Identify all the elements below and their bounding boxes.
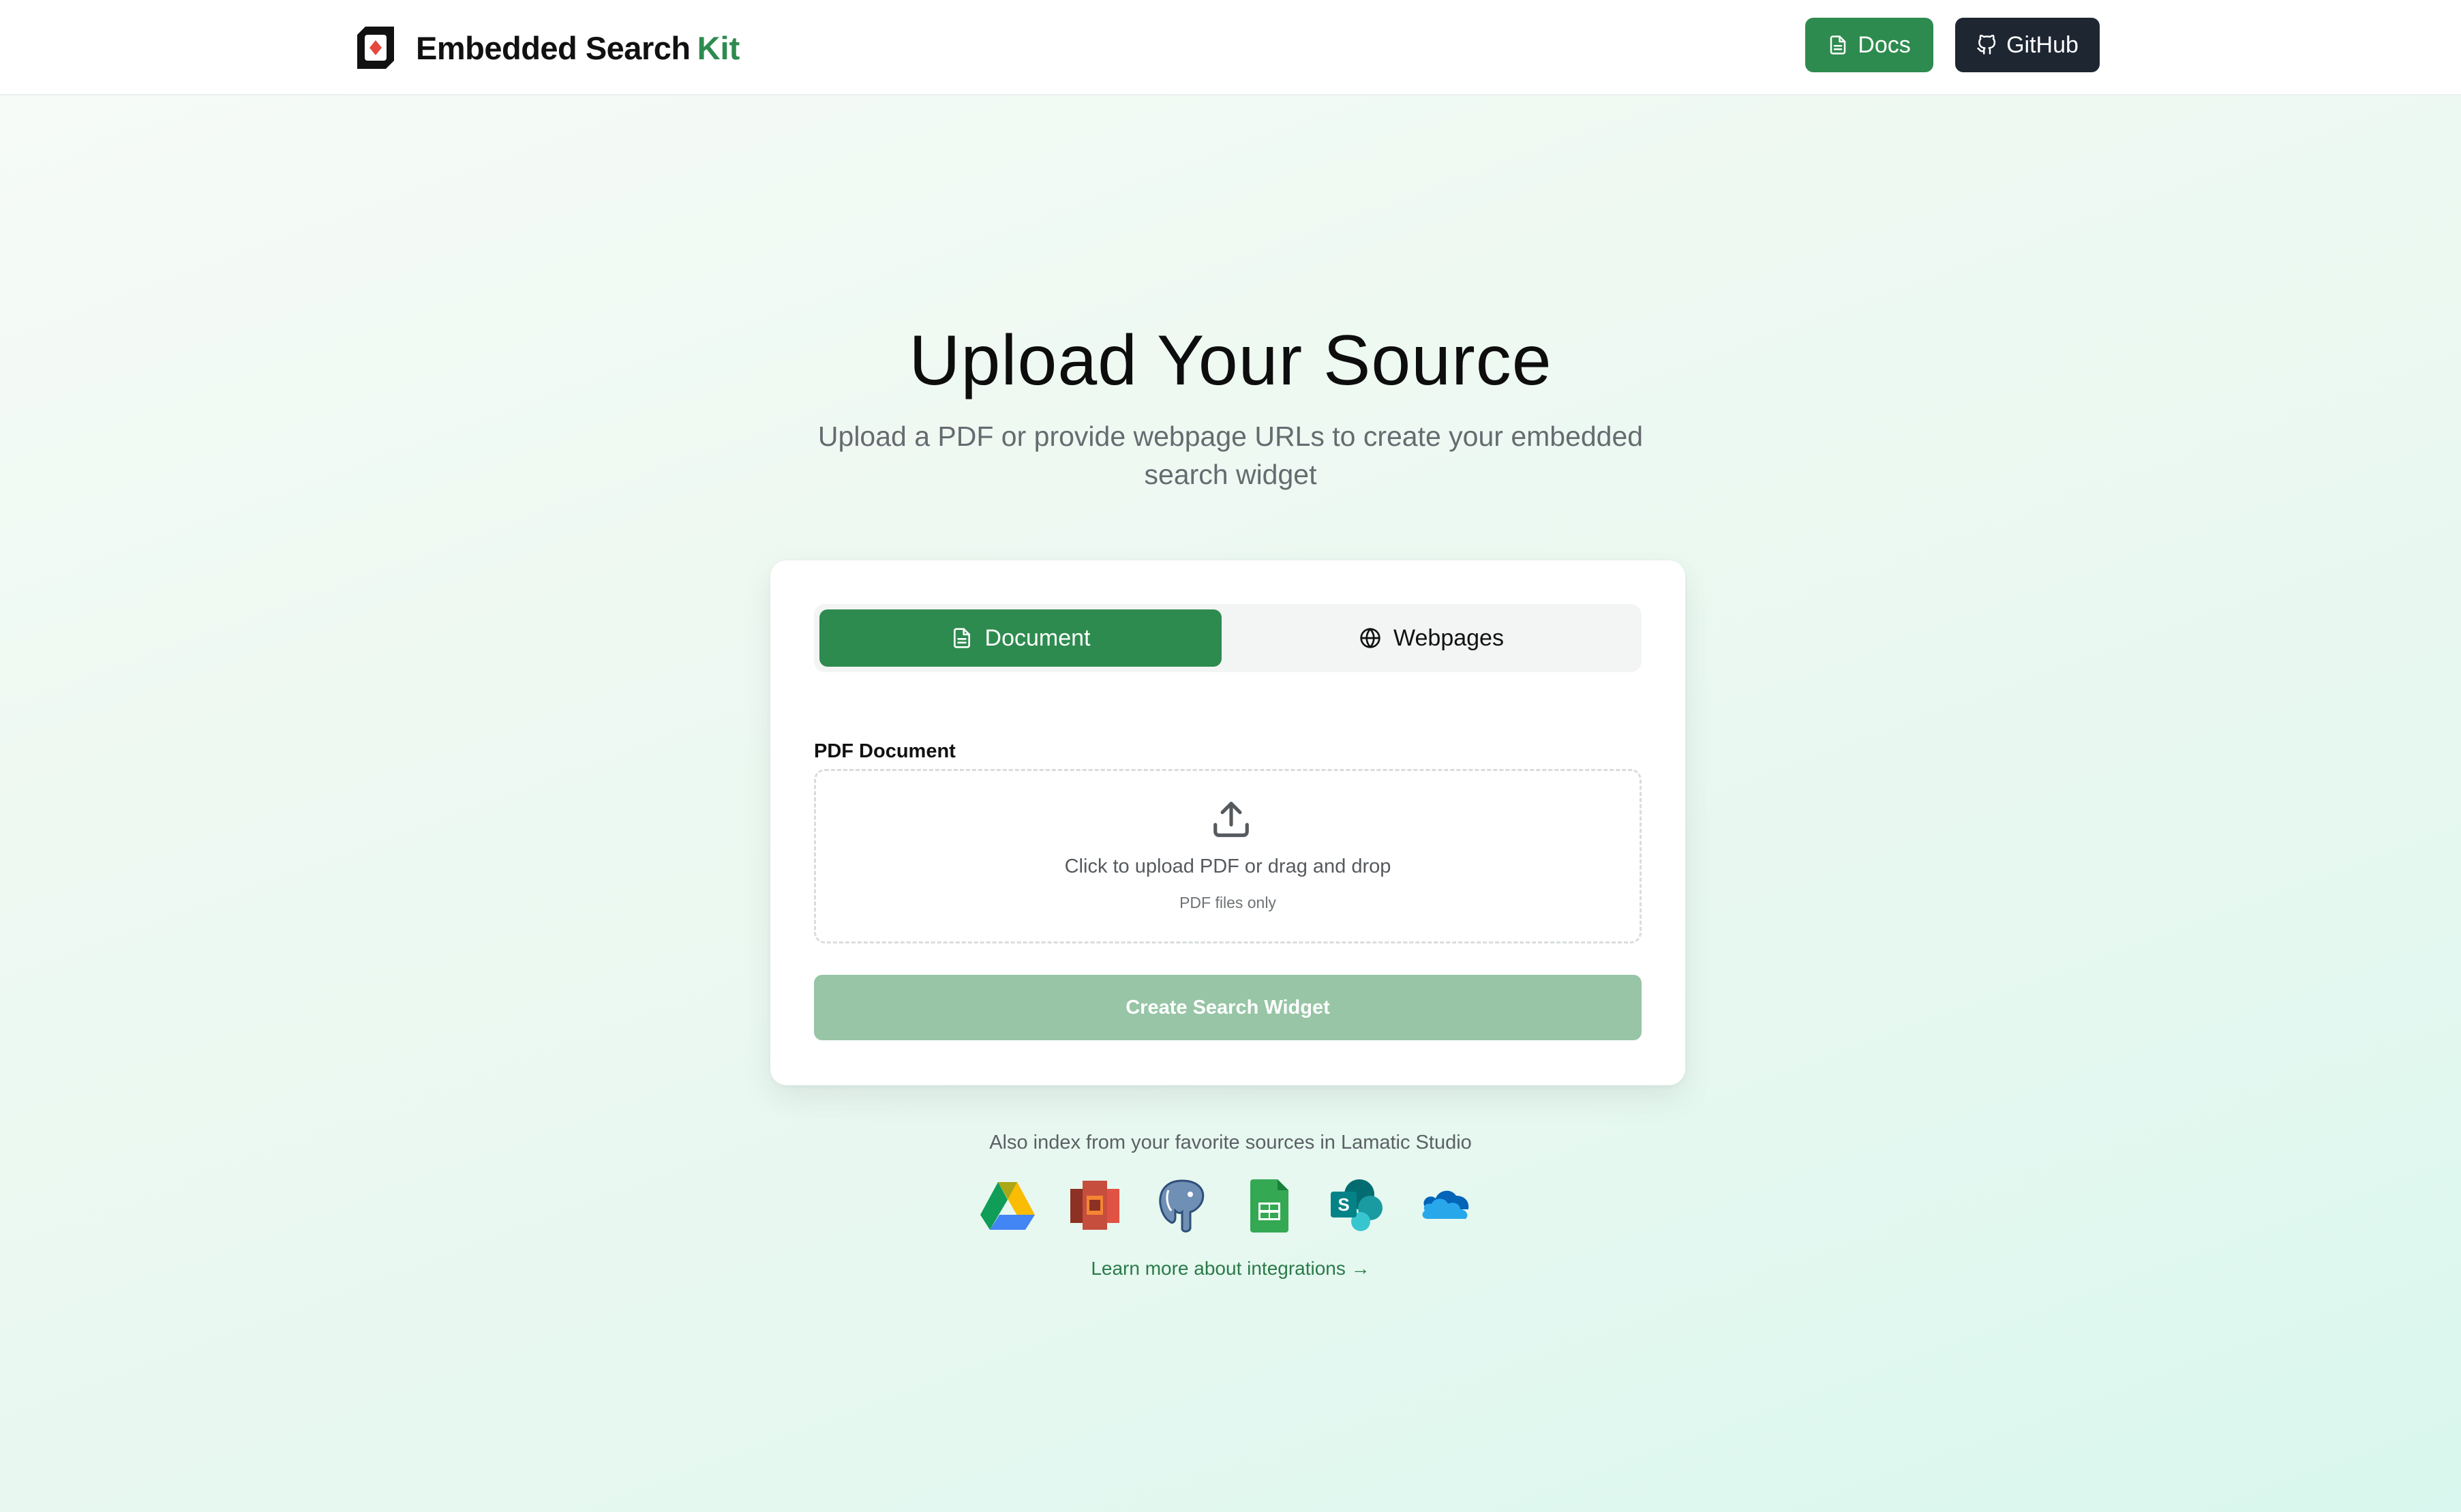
github-button-label: GitHub: [2006, 31, 2079, 58]
top-navbar: Embedded Search Kit Docs GitHub: [0, 0, 2461, 95]
page-subtitle: Upload a PDF or provide webpage URLs to …: [817, 421, 1644, 490]
document-icon: [953, 628, 970, 648]
svg-text:S: S: [1338, 1194, 1349, 1215]
docs-button[interactable]: Docs: [1805, 18, 1933, 72]
google-drive-icon: [980, 1182, 1035, 1230]
dropzone-main-text: Click to upload PDF or drag and drop: [1064, 856, 1391, 877]
create-search-widget-button[interactable]: Create Search Widget: [814, 975, 1642, 1040]
brand-name: Embedded Search: [416, 29, 691, 66]
pdf-field-label: PDF Document: [814, 740, 956, 762]
integrations-caption: Also index from your favorite sources in…: [989, 1132, 1472, 1153]
brand-accent: Kit: [697, 29, 740, 66]
pdf-dropzone[interactable]: Click to upload PDF or drag and drop PDF…: [814, 769, 1642, 943]
postgresql-icon: [1159, 1179, 1205, 1233]
google-sheets-icon: [1250, 1179, 1288, 1233]
tab-document-label: Document: [984, 624, 1091, 651]
brand[interactable]: Embedded Search Kit: [352, 19, 740, 76]
tab-document[interactable]: Document: [819, 609, 1222, 667]
learn-more-integrations-link[interactable]: Learn more about integrations →: [0, 1258, 2461, 1280]
onedrive-icon: [1422, 1190, 1469, 1219]
tab-webpages[interactable]: Webpages: [1227, 609, 1636, 667]
brand-logo-icon: [357, 27, 394, 69]
github-icon: [1977, 35, 1996, 55]
aws-s3-icon: [1070, 1181, 1119, 1230]
upload-card: Document Webpages PDF Document Click to …: [770, 560, 1685, 1085]
dropzone-hint-text: PDF files only: [1179, 894, 1276, 911]
docs-button-label: Docs: [1858, 31, 1911, 58]
github-button[interactable]: GitHub: [1955, 18, 2100, 72]
globe-icon: [1360, 628, 1380, 648]
document-icon: [1830, 35, 1846, 55]
tab-webpages-label: Webpages: [1393, 624, 1504, 651]
page-title: Upload Your Source: [909, 321, 1552, 400]
source-tabs: Document Webpages: [814, 604, 1642, 672]
upload-icon: [1213, 802, 1249, 837]
sharepoint-icon: S: [1331, 1179, 1383, 1231]
